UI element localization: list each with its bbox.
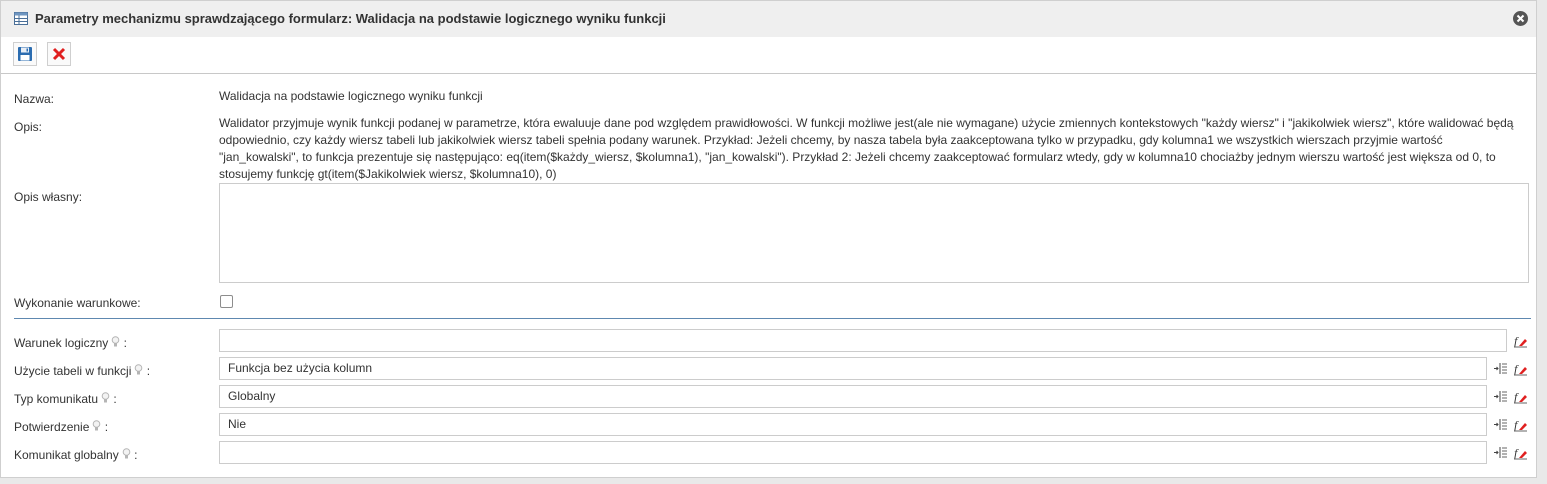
function-eraser-icon[interactable]: f <box>1513 417 1528 432</box>
svg-text:f: f <box>1514 362 1519 376</box>
potwierdzenie-label-text: Potwierdzenie <box>14 420 90 434</box>
dialog-titlebar: Parametry mechanizmu sprawdzającego form… <box>1 1 1536 38</box>
insert-column-icon[interactable] <box>1493 445 1508 460</box>
red-x-icon <box>52 47 66 61</box>
uzycie-tabeli-label: Użycie tabeli w funkcji : <box>14 364 150 378</box>
typ-colon: : <box>113 392 117 406</box>
lightbulb-icon <box>101 392 110 404</box>
typ-komunikatu-input[interactable]: Globalny <box>219 385 1487 408</box>
uzycie-tabeli-label-text: Użycie tabeli w funkcji <box>14 364 132 378</box>
komunikat-globalny-label-text: Komunikat globalny <box>14 448 119 462</box>
uzycie-colon: : <box>146 364 151 378</box>
lightbulb-icon <box>92 420 101 432</box>
lightbulb-icon <box>122 448 131 460</box>
floppy-disk-icon <box>18 47 32 61</box>
komunikat-globalny-input[interactable] <box>219 441 1487 464</box>
komunikat-globalny-label: Komunikat globalny : <box>14 448 137 462</box>
svg-text:f: f <box>1514 390 1519 404</box>
potwierdzenie-colon: : <box>104 420 109 434</box>
typ-komunikatu-label: Typ komunikatu : <box>14 392 117 406</box>
opis-wlasny-textarea[interactable] <box>219 183 1529 283</box>
background-strip <box>1537 0 1547 484</box>
dialog-toolbar <box>1 37 1536 74</box>
svg-text:f: f <box>1514 446 1519 460</box>
komunikat-colon: : <box>134 448 138 462</box>
lightbulb-icon <box>134 364 143 376</box>
section-divider <box>14 318 1531 319</box>
function-eraser-icon[interactable]: f <box>1513 333 1528 348</box>
wykonanie-warunkowe-label: Wykonanie warunkowe: <box>14 296 141 310</box>
dialog-title: Parametry mechanizmu sprawdzającego form… <box>35 11 666 26</box>
nazwa-label: Nazwa: <box>14 92 55 106</box>
wykonanie-warunkowe-checkbox[interactable] <box>220 295 233 308</box>
opis-value: Walidator przyjmuje wynik funkcji podane… <box>219 116 1514 181</box>
opis-wlasny-label: Opis własny: <box>14 190 83 204</box>
warunek-logiczny-label-text: Warunek logiczny <box>14 336 109 350</box>
potwierdzenie-input[interactable]: Nie <box>219 413 1487 436</box>
function-eraser-icon[interactable]: f <box>1513 389 1528 404</box>
delete-button[interactable] <box>47 42 71 66</box>
insert-column-icon[interactable] <box>1493 389 1508 404</box>
potwierdzenie-label: Potwierdzenie : <box>14 420 108 434</box>
lightbulb-icon <box>111 336 120 348</box>
svg-text:f: f <box>1514 334 1519 348</box>
warunek-colon: : <box>123 336 127 350</box>
validator-params-dialog: Parametry mechanizmu sprawdzającego form… <box>0 0 1537 478</box>
function-eraser-icon[interactable]: f <box>1513 445 1528 460</box>
uzycie-tabeli-input[interactable]: Funkcja bez użycia kolumn <box>219 357 1487 380</box>
opis-label: Opis: <box>14 120 43 134</box>
close-icon[interactable] <box>1513 11 1528 26</box>
insert-column-icon[interactable] <box>1493 417 1508 432</box>
typ-komunikatu-label-text: Typ komunikatu <box>14 392 99 406</box>
save-button[interactable] <box>13 42 37 66</box>
insert-column-icon[interactable] <box>1493 361 1508 376</box>
nazwa-value: Walidacja na podstawie logicznego wyniku… <box>219 89 483 103</box>
table-icon <box>14 12 28 25</box>
svg-text:f: f <box>1514 418 1519 432</box>
warunek-logiczny-input[interactable] <box>219 329 1507 352</box>
function-eraser-icon[interactable]: f <box>1513 361 1528 376</box>
warunek-logiczny-label: Warunek logiczny : <box>14 336 127 350</box>
